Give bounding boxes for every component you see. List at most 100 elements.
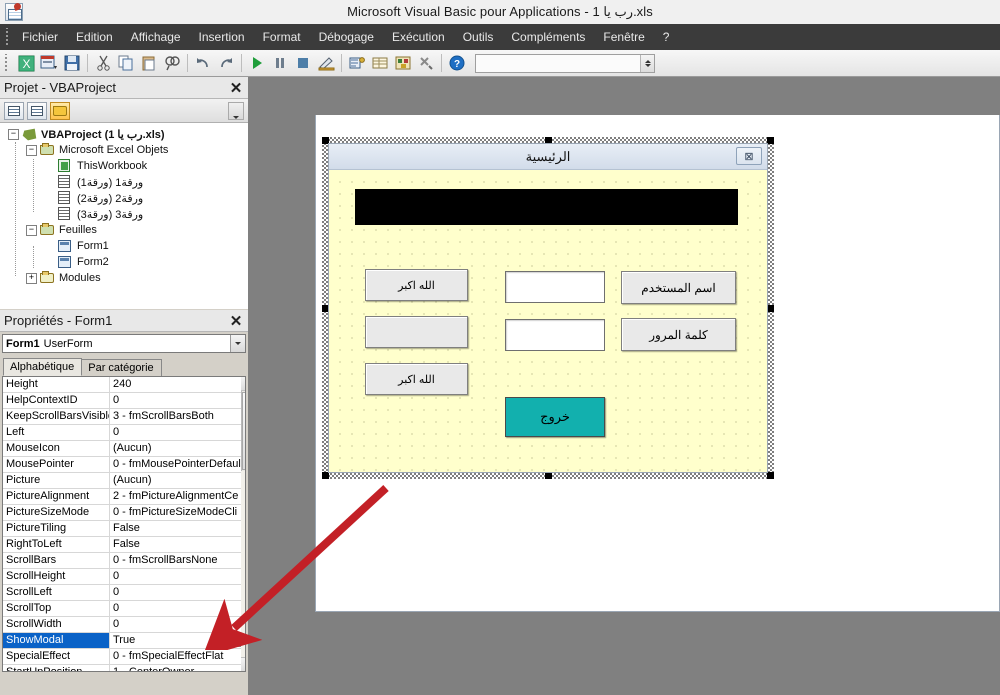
view-code-icon[interactable] [4, 101, 24, 120]
table-row[interactable]: KeepScrollBarsVisible 3 - fmScrollBarsBot… [3, 409, 241, 425]
expander-icon[interactable]: + [26, 272, 37, 284]
userform-surface[interactable]: الرئيسية ⊠ اسم المستخدم الله اكبر كلمة ا… [328, 143, 768, 473]
table-row[interactable]: MousePointer 0 - fmMousePointerDefaul [3, 457, 241, 473]
userform-selection-frame[interactable]: الرئيسية ⊠ اسم المستخدم الله اكبر كلمة ا… [322, 137, 774, 479]
showmodal-dropdown-icon[interactable] [225, 633, 241, 647]
takbir-button-3[interactable]: الله اكبر [365, 363, 468, 395]
menu-fichier[interactable]: Fichier [13, 27, 67, 47]
project-explorer-close-icon[interactable]: ✕ [226, 78, 246, 98]
design-mode-icon[interactable] [315, 52, 337, 74]
toolbar-overflow-icon[interactable] [228, 101, 244, 120]
menu-complements[interactable]: Compléments [502, 27, 594, 47]
property-value[interactable]: 1 - CenterOwner [110, 665, 241, 671]
property-value[interactable]: 0 - fmScrollBarsNone [110, 553, 241, 568]
table-row[interactable]: ScrollTop 0 [3, 601, 241, 617]
exit-button[interactable]: خروج [505, 397, 605, 437]
property-value-showmodal[interactable]: True [110, 633, 241, 648]
properties-window-icon[interactable] [369, 52, 391, 74]
table-row[interactable]: Left 0 [3, 425, 241, 441]
property-value[interactable]: (Aucun) [110, 441, 241, 456]
menu-fenetre[interactable]: Fenêtre [594, 27, 653, 47]
property-value[interactable]: 0 - fmMousePointerDefaul [110, 457, 241, 472]
table-row[interactable]: ScrollWidth 0 [3, 617, 241, 633]
toolbar-combo-spinner[interactable] [640, 54, 654, 72]
view-excel-icon[interactable]: X [15, 52, 37, 74]
password-textbox[interactable] [505, 319, 605, 351]
tree-node-sheet1[interactable]: ورقة1 (ورقة1) [0, 174, 248, 190]
password-label[interactable]: كلمة المرور [621, 318, 736, 351]
tab-par-categorie[interactable]: Par catégorie [81, 359, 162, 376]
scroll-up-icon[interactable]: ^ [241, 377, 245, 391]
property-value[interactable]: 0 - fmSpecialEffectFlat [110, 649, 241, 664]
menu-edition[interactable]: Edition [67, 27, 122, 47]
banner-label[interactable] [355, 189, 738, 225]
table-row[interactable]: StartUpPosition 1 - CenterOwner [3, 665, 241, 671]
takbir-button-1[interactable]: الله اكبر [365, 269, 468, 301]
property-value[interactable]: 0 [110, 569, 241, 584]
resize-handle-s[interactable] [545, 472, 552, 479]
reset-icon[interactable] [292, 52, 314, 74]
table-row[interactable]: HelpContextID 0 [3, 393, 241, 409]
tree-node-form1[interactable]: Form1 [0, 238, 248, 254]
cut-icon[interactable] [92, 52, 114, 74]
menu-outils[interactable]: Outils [454, 27, 503, 47]
property-value[interactable]: 0 - fmPictureSizeModeCli [110, 505, 241, 520]
userform-designer-canvas[interactable]: الرئيسية ⊠ اسم المستخدم الله اكبر كلمة ا… [322, 137, 774, 479]
undo-icon[interactable] [192, 52, 214, 74]
resize-handle-ne[interactable] [767, 137, 774, 144]
expander-icon[interactable]: − [8, 128, 19, 140]
properties-object-combo[interactable]: Form1 UserForm [2, 334, 246, 353]
tab-alphabetique[interactable]: Alphabétique [3, 358, 83, 376]
tree-node-form2[interactable]: Form2 [0, 254, 248, 270]
property-value[interactable]: 3 - fmScrollBarsBoth [110, 409, 241, 424]
project-explorer-icon[interactable] [346, 52, 368, 74]
tree-node-modules[interactable]: + Modules [0, 270, 248, 286]
table-row[interactable]: RightToLeft False [3, 537, 241, 553]
table-row[interactable]: MouseIcon (Aucun) [3, 441, 241, 457]
properties-close-icon[interactable]: ✕ [226, 311, 246, 331]
expander-icon[interactable]: − [26, 224, 37, 236]
userform-body[interactable]: اسم المستخدم الله اكبر كلمة المرور الله … [329, 171, 767, 472]
property-value[interactable]: 2 - fmPictureAlignmentCe [110, 489, 241, 504]
expander-icon[interactable]: − [26, 144, 37, 156]
property-value[interactable]: 0 [110, 585, 241, 600]
toolbar-grip[interactable] [3, 53, 12, 73]
toolbar-position-combo[interactable] [475, 53, 655, 73]
tree-node-sheet3[interactable]: ورقة3 (ورقة3) [0, 206, 248, 222]
project-tree[interactable]: − VBAProject (رب يا 1.xls) − Microsoft E… [0, 123, 248, 309]
menu-help[interactable]: ? [654, 27, 679, 47]
properties-grid[interactable]: Height 240 HelpContextID 0 KeepScrollBarsV… [2, 376, 246, 672]
table-row[interactable]: ScrollLeft 0 [3, 585, 241, 601]
object-browser-icon[interactable] [392, 52, 414, 74]
scrollbar-track[interactable] [241, 471, 245, 657]
table-row[interactable]: PictureAlignment 2 - fmPictureAlignmentCe [3, 489, 241, 505]
scrollbar-thumb[interactable] [242, 392, 245, 470]
menu-affichage[interactable]: Affichage [122, 27, 190, 47]
toggle-folders-icon[interactable] [50, 101, 70, 120]
view-object-icon[interactable] [27, 101, 47, 120]
table-row[interactable]: Picture (Aucun) [3, 473, 241, 489]
tree-node-feuilles[interactable]: − Feuilles [0, 222, 248, 238]
property-value[interactable]: 0 [110, 393, 241, 408]
tree-node-thisworkbook[interactable]: ThisWorkbook [0, 158, 248, 174]
table-row[interactable]: ScrollBars 0 - fmScrollBarsNone [3, 553, 241, 569]
menu-debogage[interactable]: Débogage [310, 27, 383, 47]
save-icon[interactable] [61, 52, 83, 74]
table-row[interactable]: SpecialEffect 0 - fmSpecialEffectFlat [3, 649, 241, 665]
resize-handle-se[interactable] [767, 472, 774, 479]
username-label[interactable]: اسم المستخدم [621, 271, 736, 304]
menubar-grip[interactable] [3, 28, 13, 46]
table-row[interactable]: Height 240 [3, 377, 241, 393]
property-value[interactable]: 0 [110, 601, 241, 616]
scroll-down-icon[interactable]: v [241, 657, 245, 671]
resize-handle-sw[interactable] [322, 472, 329, 479]
takbir-button-2[interactable] [365, 316, 468, 348]
property-value[interactable]: (Aucun) [110, 473, 241, 488]
menu-insertion[interactable]: Insertion [190, 27, 254, 47]
table-row[interactable]: PictureTiling False [3, 521, 241, 537]
username-textbox[interactable] [505, 271, 605, 303]
tree-node-excel-objects[interactable]: − Microsoft Excel Objets [0, 142, 248, 158]
insert-userform-icon[interactable] [38, 52, 60, 74]
property-value[interactable]: 0 [110, 425, 241, 440]
table-row[interactable]: ScrollHeight 0 [3, 569, 241, 585]
